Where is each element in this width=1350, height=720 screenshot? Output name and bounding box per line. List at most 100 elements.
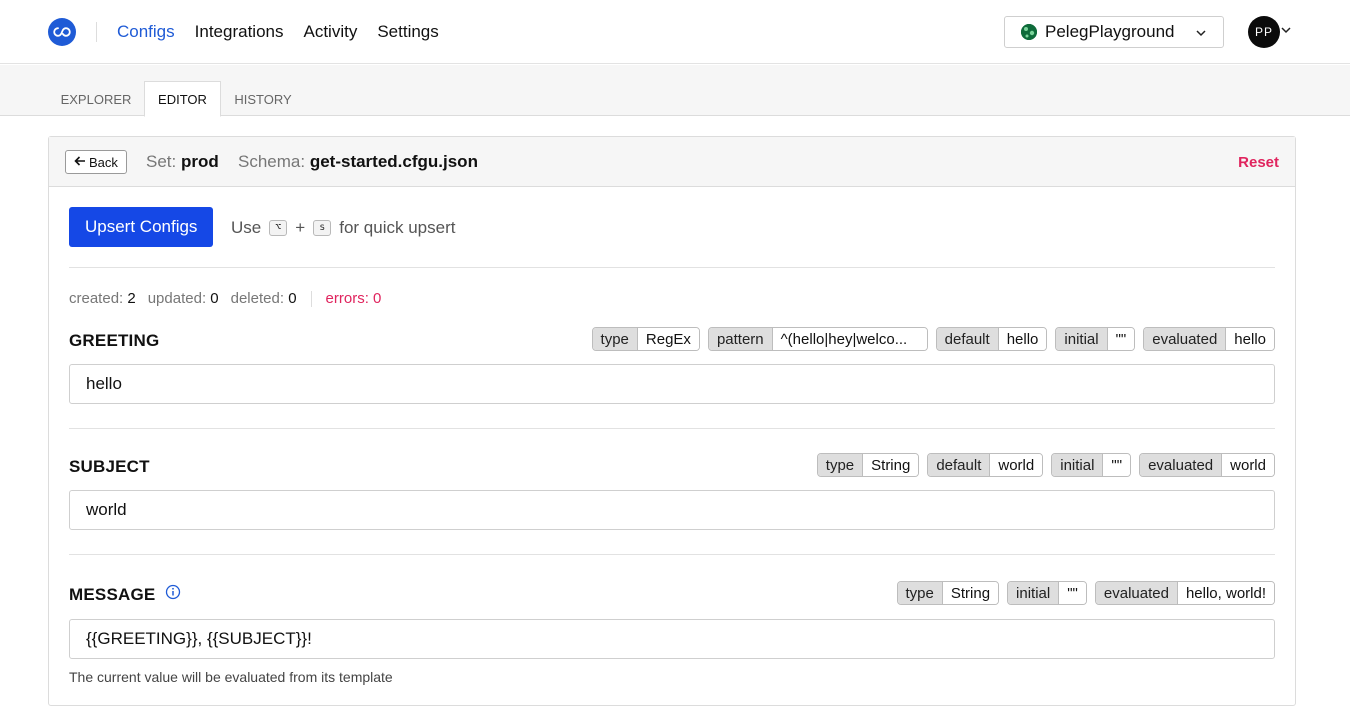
s-key: s bbox=[313, 220, 332, 236]
field-name-label: GREETING bbox=[69, 331, 160, 350]
logo-icon[interactable] bbox=[48, 18, 76, 46]
chip-value: hello bbox=[998, 328, 1047, 350]
default-chip: default world bbox=[927, 453, 1044, 477]
chip-key: default bbox=[928, 454, 991, 476]
tab-history[interactable]: HISTORY bbox=[221, 81, 305, 117]
chevron-down-icon bbox=[1280, 23, 1292, 41]
type-chip: type String bbox=[816, 453, 920, 477]
chip-key: evaluated bbox=[1144, 328, 1227, 350]
tab-editor[interactable]: EDITOR bbox=[144, 81, 221, 117]
errors-label: errors: bbox=[325, 290, 369, 307]
subject-chips: type String default world initial "" evalua… bbox=[816, 453, 1275, 477]
field-name-greeting: GREETING bbox=[69, 331, 159, 351]
evaluated-chip: evaluated world bbox=[1139, 453, 1275, 477]
hint-use: Use bbox=[231, 218, 262, 237]
chip-value: world bbox=[1222, 454, 1274, 476]
set-label: Set: bbox=[146, 152, 177, 171]
subject-input[interactable] bbox=[69, 490, 1275, 530]
chip-key: initial bbox=[1052, 454, 1104, 476]
project-selector[interactable]: PelegPlayground bbox=[1004, 16, 1224, 48]
chip-value: hello, world! bbox=[1177, 582, 1274, 604]
evaluated-chip: evaluated hello, world! bbox=[1094, 581, 1275, 605]
upsert-configs-button[interactable]: Upsert Configs bbox=[69, 207, 214, 247]
deleted-label: deleted: bbox=[230, 290, 285, 307]
chip-value: String bbox=[863, 454, 919, 476]
type-chip: type RegEx bbox=[591, 327, 700, 351]
divider bbox=[69, 554, 1275, 555]
created-count: 2 bbox=[127, 290, 136, 307]
chip-key: evaluated bbox=[1095, 582, 1178, 604]
set-value: prod bbox=[180, 152, 219, 171]
field-name-label: MESSAGE bbox=[69, 584, 156, 604]
chip-key: type bbox=[592, 328, 638, 350]
chip-value: hello bbox=[1226, 328, 1274, 350]
info-icon[interactable] bbox=[165, 584, 181, 605]
chip-key: pattern bbox=[708, 328, 773, 350]
avatar: PP bbox=[1248, 16, 1280, 48]
evaluated-chip: evaluated hello bbox=[1143, 327, 1275, 351]
chip-value: String bbox=[942, 582, 999, 604]
upsert-stats: created: 2 updated: 0 deleted: 0 errors:… bbox=[69, 290, 381, 307]
pattern-chip: pattern ^(hello|hey|welco... bbox=[707, 327, 928, 351]
back-label: Back bbox=[89, 154, 118, 170]
editor-header: Back Set: prod Schema: get-started.cfgu.… bbox=[49, 137, 1295, 187]
logo-divider bbox=[96, 22, 97, 42]
tab-explorer[interactable]: EXPLORER bbox=[48, 81, 144, 117]
back-button[interactable]: Back bbox=[65, 150, 127, 174]
divider bbox=[69, 267, 1275, 268]
nav-configs[interactable]: Configs bbox=[117, 22, 175, 42]
default-chip: default hello bbox=[935, 327, 1048, 351]
hint-rest: for quick upsert bbox=[339, 218, 456, 237]
greeting-input[interactable] bbox=[69, 364, 1275, 404]
sub-nav: EXPLORER EDITOR HISTORY bbox=[0, 65, 1350, 117]
nav-integrations[interactable]: Integrations bbox=[195, 22, 284, 42]
main-nav: Configs Integrations Activity Settings bbox=[117, 0, 439, 64]
chip-key: evaluated bbox=[1140, 454, 1223, 476]
initial-chip: initial "" bbox=[1007, 581, 1087, 605]
initial-chip: initial "" bbox=[1055, 327, 1136, 351]
deleted-count: 0 bbox=[288, 290, 297, 307]
user-menu[interactable]: PP bbox=[1248, 16, 1292, 48]
chip-value: "" bbox=[1103, 454, 1131, 476]
option-key: ⌥ bbox=[269, 220, 288, 236]
chip-key: type bbox=[817, 454, 864, 476]
field-name-subject: SUBJECT bbox=[69, 457, 150, 477]
chip-value: world bbox=[990, 454, 1043, 476]
hint-plus: + bbox=[295, 218, 306, 237]
chevron-down-icon bbox=[1195, 23, 1207, 48]
reset-button[interactable]: Reset bbox=[1238, 154, 1279, 171]
chip-key: initial bbox=[1056, 328, 1108, 350]
created-label: created: bbox=[69, 290, 124, 307]
greeting-chips: type RegEx pattern ^(hello|hey|welco... de… bbox=[591, 327, 1275, 351]
message-helper-text: The current value will be evaluated from… bbox=[69, 669, 393, 685]
message-input[interactable] bbox=[69, 619, 1275, 659]
errors-count: 0 bbox=[373, 290, 382, 307]
field-name-message: MESSAGE bbox=[69, 584, 181, 605]
nav-settings[interactable]: Settings bbox=[377, 22, 438, 42]
type-chip: type String bbox=[896, 581, 1000, 605]
updated-count: 0 bbox=[210, 290, 219, 307]
quick-upsert-hint: Use ⌥ + s for quick upsert bbox=[231, 218, 455, 238]
project-name: PelegPlayground bbox=[1045, 22, 1175, 41]
arrow-left-icon bbox=[74, 155, 86, 170]
top-bar: Configs Integrations Activity Settings P… bbox=[0, 0, 1350, 64]
schema-label: Schema: bbox=[238, 152, 306, 171]
chip-value: "" bbox=[1107, 328, 1135, 350]
chip-value: ^(hello|hey|welco... bbox=[772, 328, 927, 350]
message-chips: type String initial "" evaluated hello, wor… bbox=[896, 581, 1275, 605]
schema-value: get-started.cfgu.json bbox=[309, 152, 478, 171]
editor-panel: Back Set: prod Schema: get-started.cfgu.… bbox=[48, 136, 1296, 706]
schema-info: Schema: get-started.cfgu.json bbox=[238, 152, 478, 172]
field-name-label: SUBJECT bbox=[69, 457, 150, 476]
stats-divider bbox=[310, 290, 312, 307]
chip-key: default bbox=[936, 328, 999, 350]
set-info: Set: prod bbox=[146, 152, 219, 172]
chip-key: type bbox=[897, 582, 943, 604]
updated-label: updated: bbox=[147, 290, 207, 307]
nav-activity[interactable]: Activity bbox=[303, 22, 357, 42]
initial-chip: initial "" bbox=[1051, 453, 1132, 477]
globe-icon bbox=[1021, 24, 1037, 40]
chip-key: initial bbox=[1008, 582, 1060, 604]
divider bbox=[69, 428, 1275, 429]
chip-value: RegEx bbox=[637, 328, 699, 350]
